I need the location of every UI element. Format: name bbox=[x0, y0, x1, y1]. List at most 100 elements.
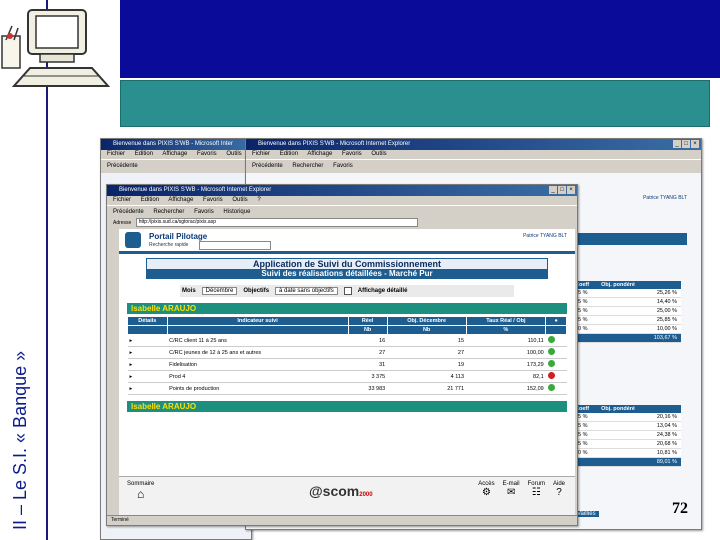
detail-checkbox[interactable] bbox=[343, 287, 352, 295]
menu-favoris[interactable]: Favoris bbox=[342, 151, 362, 157]
app-subtitle: Suivi des réalisations détaillées - Marc… bbox=[147, 269, 547, 278]
table-row: 15 % 14,40 % bbox=[571, 298, 681, 307]
history-button[interactable]: Historique bbox=[223, 209, 250, 215]
maximize-icon[interactable]: □ bbox=[558, 186, 566, 194]
table-row: 25 % 25,85 % bbox=[571, 316, 681, 325]
row-reel: 16 bbox=[348, 334, 388, 347]
kpi-table: Détails Indicateur suivi Réel Obj. Décem… bbox=[127, 316, 567, 395]
table-row: 25 % 24,38 % bbox=[571, 431, 681, 440]
menu-affichage[interactable]: Affichage bbox=[307, 151, 332, 157]
menu-affichage[interactable]: Affichage bbox=[168, 197, 193, 203]
menu-favoris[interactable]: Favoris bbox=[203, 197, 223, 203]
scom-logo-text: scom bbox=[322, 483, 360, 499]
row-reel: 31 bbox=[348, 358, 388, 371]
detail-icon[interactable]: ▸ bbox=[127, 382, 168, 395]
detail-icon[interactable]: ▸ bbox=[127, 370, 168, 383]
acces-button[interactable]: Accès ⚙ bbox=[478, 481, 494, 498]
subheader-nb: Nb bbox=[347, 325, 388, 335]
quick-search-label: Recherche rapide bbox=[149, 242, 189, 248]
menu-outils[interactable]: Outils bbox=[371, 151, 386, 157]
status-bar: Terminé bbox=[107, 515, 577, 525]
detail-icon[interactable]: ▸ bbox=[127, 346, 168, 359]
table-row[interactable]: ▸ Prod 4 3 375 4 113 82,1 bbox=[127, 370, 567, 383]
close-icon[interactable]: × bbox=[567, 186, 575, 194]
toolbar: Précédente Rechercher Favoris bbox=[246, 159, 701, 172]
home-link[interactable]: Sommaire ⌂ bbox=[127, 481, 154, 501]
back-button[interactable]: Précédente bbox=[113, 209, 144, 215]
menu-fichier[interactable]: Fichier bbox=[107, 151, 125, 157]
slide-top-band bbox=[120, 0, 720, 78]
menu-outils[interactable]: Outils bbox=[232, 197, 247, 203]
col-taux: Taux Réal / Obj bbox=[465, 316, 547, 326]
table-header: Coeff Obj. pondéré bbox=[571, 405, 681, 413]
window-controls: _ □ × bbox=[549, 186, 575, 194]
col-obj-pondere: Obj. pondéré bbox=[601, 406, 635, 412]
back-button[interactable]: Précédente bbox=[252, 163, 283, 169]
detail-icon[interactable]: ▸ bbox=[127, 334, 168, 347]
menu-edition[interactable]: Edition bbox=[141, 197, 159, 203]
menu-outils[interactable]: Outils bbox=[226, 151, 241, 157]
forum-icon: ☷ bbox=[531, 487, 541, 498]
browser-window-front[interactable]: Bienvenue dans PIXIS S'WB - Microsoft In… bbox=[106, 184, 578, 526]
section-header-user: Isabelle ARAUJO bbox=[127, 303, 567, 314]
mois-select[interactable]: Décembre bbox=[201, 287, 238, 295]
favorites-button[interactable]: Favoris bbox=[194, 209, 214, 215]
objectifs-select[interactable]: à date sans objectifs bbox=[275, 287, 338, 295]
row-taux: 173,29 bbox=[466, 358, 546, 371]
toolbar: Précédente bbox=[101, 159, 251, 172]
table-row: 25 % 25,26 % bbox=[571, 289, 681, 298]
row-obj: 19 bbox=[387, 358, 467, 371]
window-titlebar: Bienvenue dans PIXIS S'WB - Microsoft In… bbox=[246, 139, 701, 150]
address-label: Adresse bbox=[113, 220, 132, 226]
row-obj: 4 113 bbox=[387, 370, 467, 383]
user-name: Patrice TYANG BLT bbox=[643, 195, 687, 201]
table-row[interactable]: ▸ Fidelisation 31 19 173,29 bbox=[127, 358, 567, 371]
row-label: C/RC client 11 à 25 ans bbox=[167, 334, 349, 347]
detail-label: Affichage détaillé bbox=[357, 288, 408, 294]
table-row[interactable]: ▸ C/RC jeunes de 12 à 25 ans et autres 2… bbox=[127, 346, 567, 359]
back-button[interactable]: Précédente bbox=[107, 163, 138, 169]
menu-affichage[interactable]: Affichage bbox=[162, 151, 187, 157]
favorites-button[interactable]: Favoris bbox=[333, 163, 353, 169]
row-label: Points de production bbox=[167, 382, 349, 395]
menu-bar: Fichier Edition Affichage Favoris Outils bbox=[246, 150, 701, 159]
detail-icon[interactable]: ▸ bbox=[127, 358, 168, 371]
acces-icon: ⚙ bbox=[481, 487, 491, 498]
quick-search-input[interactable] bbox=[199, 241, 271, 250]
maximize-icon[interactable]: □ bbox=[682, 140, 690, 148]
window-title: Bienvenue dans PIXIS S'WB - Microsoft In… bbox=[119, 187, 272, 193]
menu-edition[interactable]: Edition bbox=[135, 151, 153, 157]
menu-fichier[interactable]: Fichier bbox=[252, 151, 270, 157]
row-reel: 33 983 bbox=[348, 382, 388, 395]
search-button[interactable]: Rechercher bbox=[292, 163, 323, 169]
table-row: 10 % 10,81 % bbox=[571, 449, 681, 458]
search-button[interactable]: Rechercher bbox=[153, 209, 184, 215]
status-green-icon bbox=[547, 360, 555, 367]
status-green-icon bbox=[547, 336, 555, 343]
menu-favoris[interactable]: Favoris bbox=[197, 151, 217, 157]
table-row[interactable]: ▸ Points de production 33 983 21 771 152… bbox=[127, 382, 567, 395]
address-bar: Adresse http://pixis.sud.ca/sgtorac/pixi… bbox=[107, 218, 577, 228]
help-button[interactable]: Aide? bbox=[553, 481, 565, 498]
minimize-icon[interactable]: _ bbox=[549, 186, 557, 194]
user-name: Patrice TYANG BLT bbox=[523, 233, 567, 239]
row-label: C/RC jeunes de 12 à 25 ans et autres bbox=[167, 346, 349, 359]
slide-vertical-title: II – Le S.I. « Banque » bbox=[10, 350, 30, 530]
minimize-icon[interactable]: _ bbox=[673, 140, 681, 148]
home-icon: ⌂ bbox=[137, 487, 145, 501]
section-bar bbox=[577, 233, 687, 245]
table-row[interactable]: ▸ C/RC client 11 à 25 ans 16 15 110,11 bbox=[127, 334, 567, 347]
window-controls: _ □ × bbox=[673, 140, 699, 148]
menu-edition[interactable]: Edition bbox=[280, 151, 298, 157]
app-title: Application de Suivi du Commissionnement bbox=[147, 259, 547, 269]
close-icon[interactable]: × bbox=[691, 140, 699, 148]
menu-help[interactable]: ? bbox=[257, 197, 260, 203]
window-title: Bienvenue dans PIXIS S'WB - Microsoft In… bbox=[258, 141, 411, 147]
menu-fichier[interactable]: Fichier bbox=[113, 197, 131, 203]
forum-button[interactable]: Forum ☷ bbox=[528, 481, 545, 498]
address-input[interactable]: http://pixis.sud.ca/sgtorac/pixis.asp bbox=[135, 218, 419, 228]
col-obj-pondere: Obj. pondéré bbox=[601, 282, 635, 288]
email-button[interactable]: E-mail ✉ bbox=[503, 481, 520, 498]
menu-bar: Fichier Edition Affichage Favoris Outils bbox=[101, 150, 251, 159]
row-obj: 21 771 bbox=[387, 382, 467, 395]
